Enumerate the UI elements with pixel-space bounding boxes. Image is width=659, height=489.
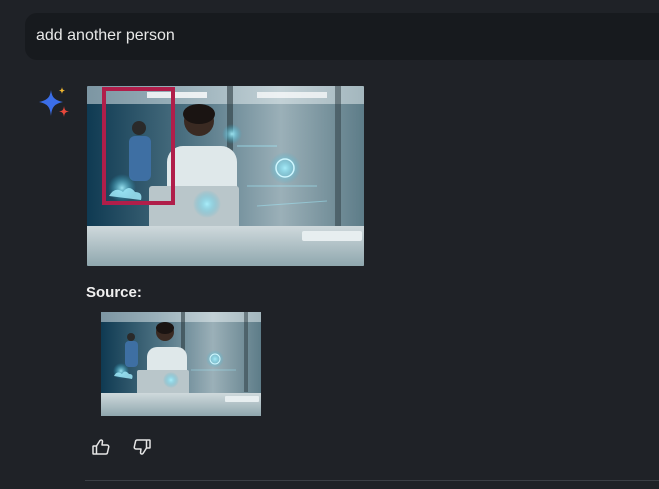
thumbs-up-icon[interactable] — [90, 436, 112, 458]
user-prompt-text: add another person — [36, 27, 175, 44]
generated-image[interactable] — [87, 86, 364, 266]
source-label: Source: — [86, 284, 142, 301]
source-image[interactable] — [101, 312, 261, 416]
sparkle-icon — [37, 86, 73, 122]
user-prompt-bubble: add another person — [25, 13, 659, 60]
divider — [85, 480, 659, 481]
thumbs-down-icon[interactable] — [131, 436, 153, 458]
